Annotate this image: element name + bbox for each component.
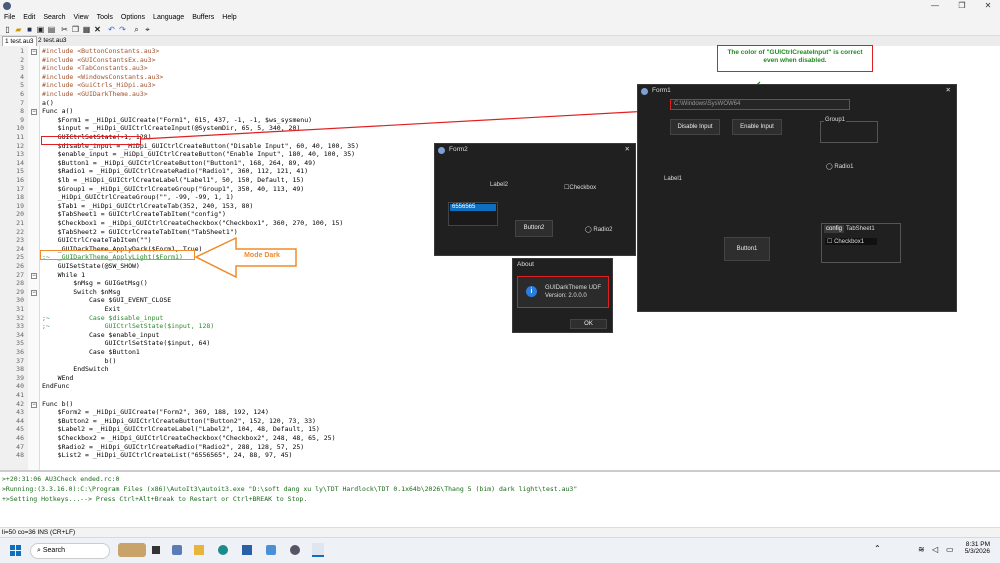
radio2[interactable]: ◯ Radio2 (585, 226, 612, 233)
form2-window: Form2 ✕ Label2 ☐Checkbox 6556565 Button2 … (434, 143, 636, 256)
clock[interactable]: 8:31 PM 5/3/2026 (962, 541, 990, 555)
output-line: >Running:(3.3.16.0):C:\Program Files (x8… (2, 485, 578, 493)
enable-input-button[interactable]: Enable Input (732, 119, 782, 135)
wifi-icon[interactable]: ≋ (918, 545, 925, 554)
checkbox1-label: Checkbox1 (834, 239, 865, 245)
file-explorer-icon[interactable] (194, 545, 204, 555)
clock-date: 5/3/2026 (964, 548, 990, 555)
task-view-icon[interactable] (152, 546, 160, 554)
label2: Label2 (490, 182, 509, 188)
button1[interactable]: Button1 (724, 237, 770, 261)
mode-dark-label: Mode Dark (244, 252, 280, 259)
app-icon-2[interactable] (242, 545, 252, 555)
tab1-control: config TabSheet1 ☐ Checkbox1 (821, 223, 901, 263)
app-icon-3[interactable] (266, 545, 276, 555)
disable-input-button[interactable]: Disable Input (670, 119, 720, 135)
about-info-box: i GUIDarkTheme UDF Version: 2.0.0.0 (517, 276, 609, 308)
app-icon-1[interactable] (172, 545, 182, 555)
app-icon-4[interactable] (290, 545, 300, 555)
status-bar: li=50 co=36 INS (CR+LF) (0, 527, 1000, 537)
group1-box: Group1 (820, 117, 878, 143)
battery-icon[interactable]: ▭ (946, 545, 954, 554)
group1-label: Group1 (824, 117, 847, 123)
form1-input[interactable]: C:\Windows\SysWOW64 (670, 99, 850, 110)
checkbox2[interactable]: ☐Checkbox (564, 184, 596, 191)
output-line: +>Setting Hotkeys...--> Press Ctrl+Alt+B… (2, 495, 308, 503)
checkbox-icon: ☐ (827, 239, 833, 245)
output-line: >+20:31:06 AU3Check ended.rc:0 (2, 475, 120, 483)
search-label: Search (42, 547, 66, 554)
radio-icon: ◯ (585, 227, 592, 233)
autoit-task-icon[interactable] (312, 543, 324, 557)
form2-title: Form2 (449, 146, 468, 153)
button2[interactable]: Button2 (515, 220, 553, 237)
info-icon: i (526, 286, 537, 297)
form2-close-icon[interactable]: ✕ (625, 144, 630, 156)
about-dialog: About i GUIDarkTheme UDF Version: 2.0.0.… (512, 258, 613, 333)
edge-icon[interactable] (218, 545, 228, 555)
status-text: li=50 co=36 INS (CR+LF) (2, 529, 76, 536)
checkbox1[interactable]: ☐ Checkbox1 (825, 238, 877, 245)
label1: Label1 (664, 176, 683, 182)
clock-time: 8:31 PM (965, 541, 990, 548)
checkbox2-label: Checkbox (569, 185, 597, 191)
output-pane[interactable]: >+20:31:06 AU3Check ended.rc:0 >Running:… (0, 470, 1000, 526)
connector-line (140, 109, 669, 140)
about-title: About (517, 261, 534, 268)
annotation-note: The color of "GUICtrlCreateInput" is cor… (717, 45, 873, 72)
radio2-label: Radio2 (593, 227, 613, 233)
taskbar: ⌕ Search ⌃ ≋ ◁ ▭ 8:31 PM 5/3/2026 (0, 537, 1000, 563)
form1-title: Form1 (652, 87, 671, 94)
about-ok-button[interactable]: OK (570, 319, 607, 329)
form1-window: Form1 ✕ C:\Windows\SysWOW64 Disable Input… (637, 84, 957, 312)
tab-tabsheet1[interactable]: TabSheet1 (844, 225, 877, 233)
radio1-label: Radio1 (834, 164, 854, 170)
list2[interactable]: 6556565 (448, 202, 498, 226)
taskbar-search[interactable]: ⌕ Search (30, 543, 110, 559)
form1-close-icon[interactable]: ✕ (946, 85, 951, 97)
search-icon: ⌕ (37, 547, 41, 554)
form1-icon (641, 88, 648, 95)
tab-config[interactable]: config (824, 225, 845, 233)
volume-icon[interactable]: ◁ (932, 545, 938, 554)
windows-start-icon[interactable] (10, 545, 22, 557)
form2-title-bar: Form2 ✕ (435, 144, 635, 156)
radio-icon: ◯ (826, 164, 833, 170)
about-version: Version: 2.0.0.0 (545, 293, 587, 299)
chevron-up-icon[interactable]: ⌃ (874, 544, 881, 553)
form2-icon (438, 147, 445, 154)
about-name: GUIDarkTheme UDF (545, 285, 602, 291)
form1-title-bar: Form1 ✕ (638, 85, 956, 97)
list2-item[interactable]: 6556565 (450, 204, 496, 211)
radio1[interactable]: ◯ Radio1 (826, 163, 853, 170)
widget-icon[interactable] (118, 543, 146, 557)
